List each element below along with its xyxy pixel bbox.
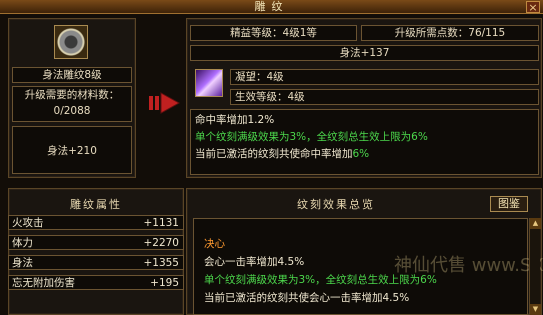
upgrade-points: 升级所需点数：76/115 [361,25,539,41]
scroll-up-icon[interactable]: ▲ [530,218,541,229]
close-button[interactable]: × [526,1,540,13]
engrave-stat: 身法+137 [190,45,539,61]
attribute-value: +1355 [143,257,179,269]
desc-line-2: 单个纹刻满级效果为3%，全纹刻总生效上限为6% [195,131,428,143]
watermark: 神仙代售 www.SXDS.com [394,255,543,276]
gem-icon[interactable] [195,69,223,97]
attribute-name: 体力 [12,237,33,249]
attributes-list: 火攻击 +1131 体力 +2270 身法 +1355 忘无附加伤害 +195 [8,215,184,315]
attribute-name: 火攻击 [12,217,44,229]
effect-level: 生效等级：4级 [230,89,539,105]
materials-value: 0/2088 [53,105,91,117]
effects-content: 决心 会心一击率增加4.5% 单个纹刻满级效果为3%，全纹刻总生效上限为6% 当… [193,218,543,315]
item-name: 身法雕纹8级 [12,67,132,83]
attributes-title: 雕纹属性 [70,198,122,211]
attribute-row: 忘无附加伤害 +195 [8,275,184,290]
effect-heading: 决心 [204,238,225,250]
desc-line-3-text: 当前已激活的纹刻共使命中率增加6% [195,148,370,160]
materials-box: 升级需要的材料数： 0/2088 [12,86,132,122]
attribute-value: +195 [150,277,179,289]
codex-button[interactable]: 图鉴 [490,196,528,212]
materials-label: 升级需要的材料数： [24,89,120,101]
window-title: 雕纹 [254,0,289,13]
condense-level: 凝望：4级 [230,69,539,85]
desc-line-1: 命中率增加1.2% [195,114,275,126]
refine-level: 精益等级：4级1等 [190,25,357,41]
attribute-value: +1131 [143,217,179,229]
arrow-right-icon [149,92,180,114]
attribute-value: +2270 [143,237,179,249]
desc-line-3: 当前已激活的纹刻共使命中率增加6% [195,147,369,161]
attribute-row: 火攻击 +1131 [8,215,184,230]
scroll-down-icon[interactable]: ▼ [530,304,541,315]
ring-item-icon[interactable] [54,25,88,59]
effect-line-1: 会心一击率增加4.5% [204,256,305,268]
attribute-row: 身法 +1355 [8,255,184,270]
attribute-row: 体力 +2270 [8,235,184,250]
attribute-name: 身法 [12,257,33,269]
attribute-name: 忘无附加伤害 [12,277,75,289]
effect-line-3: 当前已激活的纹刻共使会心一击率增加4.5% [204,292,410,304]
effects-scrollbar[interactable]: ▲ ▼ [529,218,541,315]
engrave-description: 命中率增加1.2% 单个纹刻满级效果为3%，全纹刻总生效上限为6% 当前已激活的… [190,109,539,175]
item-stat: 身法+210 [12,126,132,174]
effects-title: 纹刻效果总览 [297,198,375,211]
